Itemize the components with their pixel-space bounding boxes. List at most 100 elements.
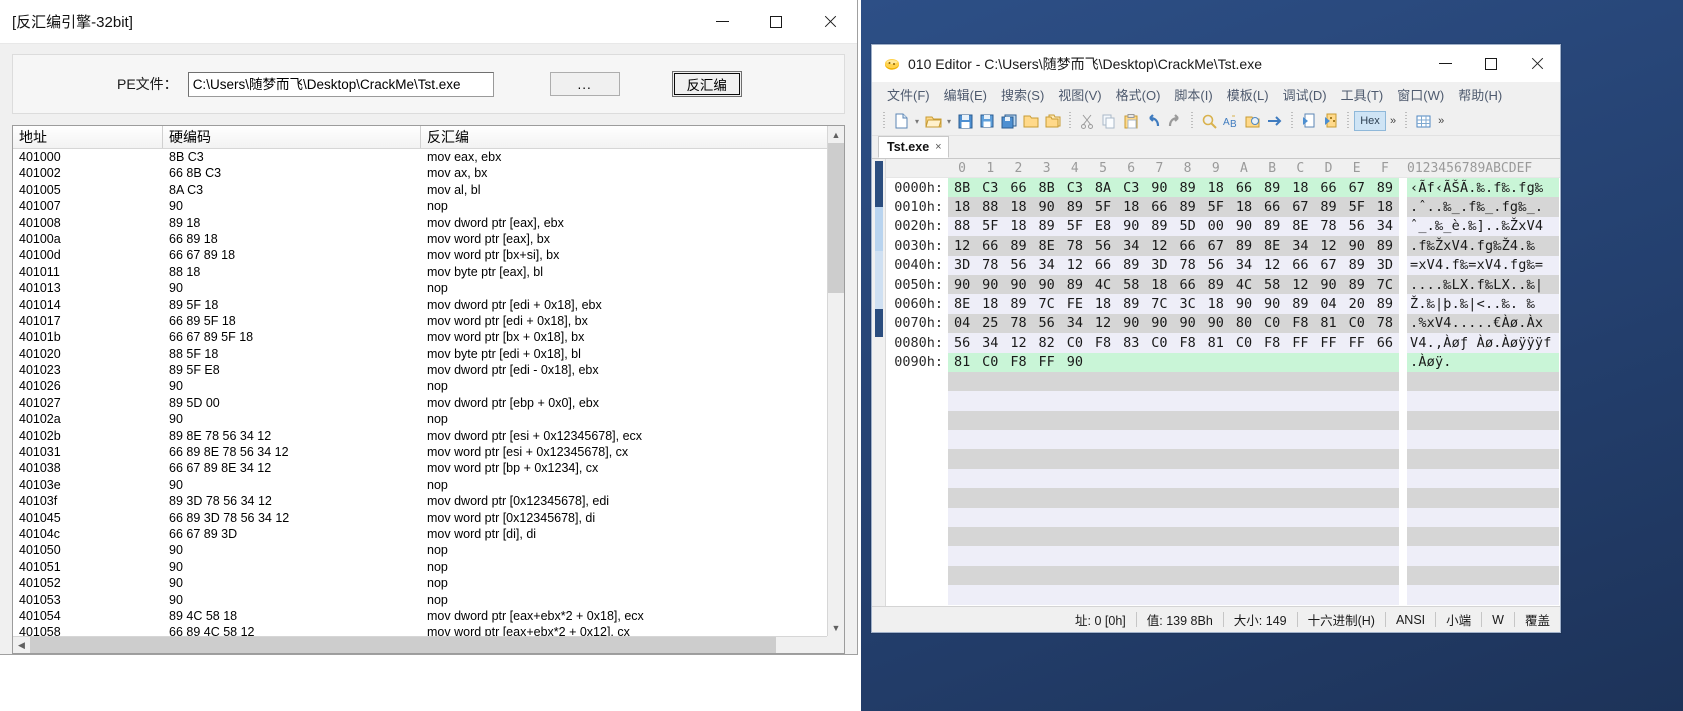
- hex-byte[interactable]: 18: [1004, 199, 1032, 215]
- hex-byte[interactable]: 90: [1314, 277, 1342, 293]
- hex-byte[interactable]: 18: [1145, 277, 1173, 293]
- hex-byte[interactable]: 89: [1230, 238, 1258, 254]
- hex-byte-group[interactable]: 3D 78 56 34 12 66 89 3D 78 56 34 12 66 67 89 3D: [948, 255, 1399, 275]
- hex-byte[interactable]: FF: [1343, 335, 1371, 351]
- hex-byte[interactable]: 18: [1117, 199, 1145, 215]
- hex-byte[interactable]: 90: [976, 277, 1004, 293]
- status-endian[interactable]: 小端: [1436, 610, 1481, 629]
- close-button[interactable]: [803, 0, 857, 44]
- hex-byte[interactable]: 56: [1202, 257, 1230, 273]
- hex-byte[interactable]: 81: [948, 354, 976, 370]
- hex-byte-group[interactable]: 18 88 18 90 89 5F 18 66 89 5F 18 66 67 89 5F 18: [948, 197, 1399, 217]
- table-row[interactable]: 401054 89 4C 58 18 mov dword ptr [eax+ebx*…: [13, 608, 844, 624]
- table-row[interactable]: 40102b 89 8E 78 56 34 12 mov dword ptr [es…: [13, 428, 844, 444]
- hex-byte[interactable]: C3: [1117, 180, 1145, 196]
- scroll-left-icon[interactable]: ◀: [13, 637, 30, 653]
- undo-button[interactable]: [1142, 110, 1164, 132]
- hex-byte[interactable]: FE: [1061, 296, 1089, 312]
- hex-byte[interactable]: C0: [1258, 315, 1286, 331]
- table-row[interactable]: 40100a 66 89 18 mov word ptr [eax], bx: [13, 231, 844, 247]
- hex-byte[interactable]: 04: [948, 315, 976, 331]
- hex-byte[interactable]: 90: [1343, 238, 1371, 254]
- hex-byte[interactable]: 66: [1174, 277, 1202, 293]
- hex-byte[interactable]: 8E: [948, 296, 976, 312]
- menu-item-视图v[interactable]: 视图(V): [1051, 83, 1108, 106]
- hex-byte[interactable]: 90: [1145, 180, 1173, 196]
- open-folder-dropdown-icon[interactable]: ▾: [944, 110, 954, 132]
- copy-button[interactable]: [1098, 110, 1120, 132]
- hex-byte[interactable]: 18: [948, 199, 976, 215]
- hex-byte[interactable]: 66: [1004, 180, 1032, 196]
- hex-byte[interactable]: 89: [1314, 199, 1342, 215]
- table-row[interactable]: 401014 89 5F 18 mov dword ptr [edi + 0x18]…: [13, 297, 844, 313]
- hex-byte[interactable]: 8E: [1286, 218, 1314, 234]
- hex-byte[interactable]: 89: [1174, 180, 1202, 196]
- table-row[interactable]: 40101b 66 67 89 5F 18 mov word ptr [bx + 0…: [13, 329, 844, 345]
- hex-row[interactable]: 0060h: 8E 18 89 7C FE 18 89 7C 3C 18 90 90 89 04 20 89 Ž.…: [886, 294, 1560, 314]
- hex-byte[interactable]: 67: [1314, 257, 1342, 273]
- save-as-button[interactable]: [976, 110, 998, 132]
- hex-byte[interactable]: 8E: [1033, 238, 1061, 254]
- hex-byte[interactable]: 78: [1061, 238, 1089, 254]
- hex-byte[interactable]: C0: [1230, 335, 1258, 351]
- hex-byte[interactable]: 89: [1286, 296, 1314, 312]
- hscroll-thumb[interactable]: [30, 637, 776, 653]
- hex-byte[interactable]: 5F: [1061, 218, 1089, 234]
- hex-byte[interactable]: C0: [1061, 335, 1089, 351]
- hex-byte[interactable]: 12: [1145, 238, 1173, 254]
- hex-byte[interactable]: 3D: [1145, 257, 1173, 273]
- hex-byte[interactable]: 18: [976, 296, 1004, 312]
- hex-byte[interactable]: 25: [976, 315, 1004, 331]
- hex-byte[interactable]: F8: [1174, 335, 1202, 351]
- hex-content[interactable]: 0123456789ABCDEF 0123456789ABCDEF 0000h:…: [886, 159, 1560, 606]
- hex-byte[interactable]: 4C: [1089, 277, 1117, 293]
- hex-byte[interactable]: 66: [1258, 199, 1286, 215]
- table-row[interactable]: 401052 90 nop: [13, 575, 844, 591]
- scroll-up-icon[interactable]: ▲: [828, 126, 844, 143]
- hex-byte[interactable]: 90: [948, 277, 976, 293]
- table-row[interactable]: 401045 66 89 3D 78 56 34 12 mov word ptr […: [13, 510, 844, 526]
- hex-byte-group[interactable]: 88 5F 18 89 5F E8 90 89 5D 00 90 89 8E 78 56 34: [948, 216, 1399, 237]
- hex-byte[interactable]: 34: [1371, 218, 1399, 234]
- listview-vertical-scrollbar[interactable]: ▲ ▼: [827, 126, 844, 636]
- hex-byte[interactable]: 66: [1371, 335, 1399, 351]
- hex-row[interactable]: 0010h: 18 88 18 90 89 5F 18 66 89 5F 18 66 67 89 5F 18 .ˆ…: [886, 197, 1560, 217]
- tab-tst-exe[interactable]: Tst.exe ×: [878, 136, 949, 158]
- hex-byte[interactable]: 66: [1230, 180, 1258, 196]
- save-button[interactable]: [954, 110, 976, 132]
- hex-byte[interactable]: 89: [1117, 296, 1145, 312]
- table-row[interactable]: 401023 89 5F E8 mov dword ptr [edi - 0x18]…: [13, 362, 844, 378]
- hex-byte[interactable]: 90: [1117, 315, 1145, 331]
- hex-byte[interactable]: 34: [976, 335, 1004, 351]
- hex-ascii[interactable]: V4.‚Àøƒ Àø.Àøÿÿÿf: [1407, 333, 1559, 353]
- hex-byte[interactable]: C3: [976, 180, 1004, 196]
- hex-byte[interactable]: F8: [1258, 335, 1286, 351]
- menu-item-文件f[interactable]: 文件(F): [880, 83, 937, 106]
- hex-ascii[interactable]: ˆ_.‰_è.‰]..‰ŽxV4: [1407, 216, 1559, 237]
- hex-byte[interactable]: 3D: [1371, 257, 1399, 273]
- table-row[interactable]: 401000 8B C3 mov eax, ebx: [13, 149, 844, 165]
- hex-byte[interactable]: 7C: [1371, 277, 1399, 293]
- menu-item-模板l[interactable]: 模板(L): [1220, 83, 1276, 106]
- hex-byte[interactable]: 12: [948, 238, 976, 254]
- hex-ascii[interactable]: ....‰LX.f‰LX..‰|: [1407, 274, 1559, 295]
- hex-byte[interactable]: 81: [1314, 315, 1342, 331]
- hex-byte-group[interactable]: 12 66 89 8E 78 56 34 12 66 67 89 8E 34 12 90 89: [948, 236, 1399, 256]
- hex-row[interactable]: 0040h: 3D 78 56 34 12 66 89 3D 78 56 34 12 66 67 89 3D =x…: [886, 255, 1560, 275]
- table-row[interactable]: 401020 88 5F 18 mov byte ptr [edi + 0x18],…: [13, 346, 844, 362]
- new-file-button[interactable]: [890, 110, 912, 132]
- hex-byte[interactable]: 66: [1174, 238, 1202, 254]
- listview-horizontal-scrollbar[interactable]: ◀ ▶: [13, 636, 844, 653]
- hex-row[interactable]: 0090h: 81 C0 F8 FF 90 .Àøÿ.: [886, 352, 1560, 372]
- hex-byte[interactable]: 56: [948, 335, 976, 351]
- hex-ascii[interactable]: =xV4.f‰=xV4.fg‰=: [1407, 255, 1559, 275]
- hex-byte[interactable]: 12: [1061, 257, 1089, 273]
- editor-titlebar[interactable]: 010 Editor - C:\Users\随梦而飞\Desktop\Crack…: [872, 45, 1560, 82]
- hex-byte[interactable]: 5F: [1202, 199, 1230, 215]
- hex-byte[interactable]: 80: [1230, 315, 1258, 331]
- scroll-down-icon[interactable]: ▼: [828, 619, 844, 636]
- hex-byte[interactable]: 12: [1089, 315, 1117, 331]
- hex-byte[interactable]: 5D: [1174, 218, 1202, 234]
- hex-byte[interactable]: 56: [1343, 218, 1371, 234]
- hex-byte[interactable]: 34: [1033, 257, 1061, 273]
